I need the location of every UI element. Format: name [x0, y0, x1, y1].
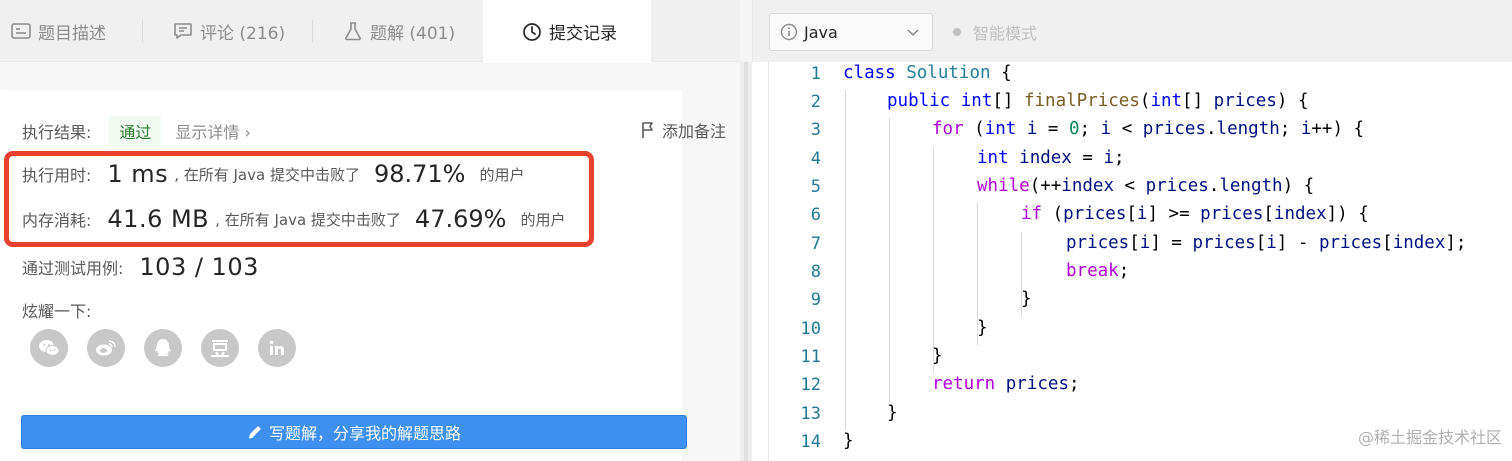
code-editor[interactable]: 1 2 3 4 5 6 7 8 9 10 11 12 13 14 class S… — [768, 62, 1512, 461]
line-number: 2 — [810, 92, 821, 112]
chevron-down-icon — [906, 24, 920, 43]
line-number: 12 — [800, 375, 821, 395]
app-root: 题目描述 评论 (216) 题解 (401) 提交记录 执行结果: 通过 显示详… — [0, 0, 1512, 461]
write-solution-label: 写题解，分享我的解题思路 — [268, 424, 461, 443]
result-row: 执行结果: 通过 显示详情 › — [22, 116, 251, 146]
code-line: } — [977, 318, 988, 338]
line-number: 10 — [800, 319, 821, 339]
weibo-icon[interactable] — [87, 329, 125, 367]
add-note-label: 添加备注 — [661, 122, 726, 141]
line-number: 7 — [810, 234, 821, 254]
add-note-button[interactable]: 添加备注 — [640, 118, 726, 142]
indent-guide — [889, 118, 890, 402]
clock-icon — [521, 21, 543, 43]
tab-label: 题解 (401) — [370, 23, 456, 44]
line-number: 3 — [810, 120, 821, 140]
testcases-value: 103 / 103 — [139, 253, 259, 281]
line-number: 6 — [810, 205, 821, 225]
testcases-label: 通过测试用例: — [22, 259, 124, 278]
resize-bar — [744, 62, 748, 461]
tab-label: 提交记录 — [549, 24, 617, 44]
code-line: break; — [1066, 261, 1130, 281]
code-line: prices[i] = prices[i] - prices[index]; — [1066, 233, 1467, 253]
comment-icon — [172, 20, 194, 42]
code-line: while(++index < prices.length) { — [977, 176, 1315, 196]
status-badge: 通过 — [109, 116, 162, 146]
code-line: int index = i; — [977, 148, 1125, 168]
line-number: 4 — [810, 149, 821, 169]
line-number: 14 — [800, 432, 821, 452]
line-number: 9 — [810, 290, 821, 310]
show-details-link[interactable]: 显示详情 › — [175, 119, 251, 143]
code-line: } — [843, 431, 854, 451]
result-label: 执行结果: — [22, 123, 92, 142]
dot-icon — [953, 28, 961, 36]
tab-label: 题目描述 — [38, 23, 106, 44]
code-line: } — [887, 403, 898, 423]
language-select[interactable]: Java — [769, 13, 933, 51]
smart-mode-toggle[interactable]: 智能模式 — [953, 20, 1037, 44]
tab-label: 评论 (216) — [200, 23, 286, 44]
share-row: 炫耀一下: — [22, 298, 91, 322]
watermark: @稀土掘金技术社区 — [1357, 428, 1502, 447]
code-line: class Solution { — [843, 63, 1012, 83]
editor-toolbar: Java 智能模式 — [752, 0, 1512, 62]
info-icon — [780, 23, 798, 41]
tab-description[interactable]: 题目描述 — [10, 0, 140, 62]
code-line: } — [1021, 289, 1032, 309]
language-value: Java — [804, 22, 838, 42]
share-label: 炫耀一下: — [22, 302, 92, 321]
tab-solutions[interactable]: 题解 (401) — [342, 0, 482, 62]
tab-bar: 题目描述 评论 (216) 题解 (401) 提交记录 — [0, 0, 740, 63]
code-panel: Java 智能模式 1 2 3 4 5 6 7 8 9 10 11 12 13 … — [752, 0, 1512, 461]
submission-panel: 题目描述 评论 (216) 题解 (401) 提交记录 执行结果: 通过 显示详… — [0, 0, 740, 461]
flag-icon — [640, 121, 656, 139]
line-number: 5 — [810, 177, 821, 197]
indent-guide — [845, 90, 846, 430]
write-solution-button[interactable]: 写题解，分享我的解题思路 — [21, 415, 687, 449]
code-line: if (prices[i] >= prices[index]) { — [1021, 204, 1369, 224]
tab-comments[interactable]: 评论 (216) — [172, 0, 312, 62]
code-line: for (int i = 0; i < prices.length; i++) … — [932, 119, 1365, 139]
douban-icon[interactable] — [201, 329, 239, 367]
flask-icon — [342, 20, 364, 42]
line-number: 11 — [800, 347, 821, 367]
line-number: 13 — [800, 404, 821, 424]
line-number: 8 — [810, 262, 821, 282]
tab-divider — [142, 20, 143, 42]
tab-divider — [312, 20, 313, 42]
qq-icon[interactable] — [144, 329, 182, 367]
pencil-icon — [247, 424, 263, 440]
line-number-gutter: 1 2 3 4 5 6 7 8 9 10 11 12 13 14 — [769, 62, 829, 461]
code-line: public int[] finalPrices(int[] prices) { — [887, 91, 1309, 111]
testcases-row: 通过测试用例: 103 / 103 — [22, 253, 259, 281]
panel-resize-handle[interactable] — [740, 62, 752, 461]
highlight-box — [4, 151, 594, 247]
smart-mode-label: 智能模式 — [973, 24, 1038, 43]
linkedin-icon[interactable] — [258, 329, 296, 367]
code-content: class Solution { public int[] finalPrice… — [843, 62, 1512, 461]
wechat-icon[interactable] — [30, 329, 68, 367]
indent-guide — [933, 147, 934, 373]
description-icon — [10, 20, 32, 42]
tab-submissions[interactable]: 提交记录 — [483, 0, 651, 63]
code-line: } — [932, 346, 943, 366]
code-line: return prices; — [932, 374, 1080, 394]
line-number: 1 — [810, 64, 821, 84]
